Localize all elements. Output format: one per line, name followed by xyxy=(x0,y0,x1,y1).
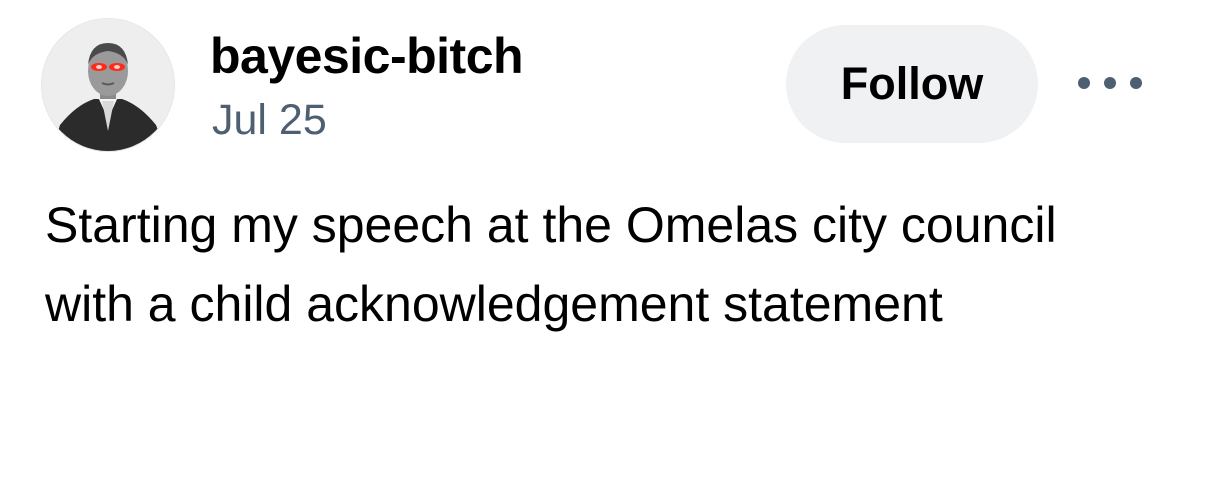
more-dot xyxy=(1130,77,1142,89)
more-dot xyxy=(1104,77,1116,89)
more-dot xyxy=(1078,77,1090,89)
avatar[interactable] xyxy=(42,19,174,151)
post-date[interactable]: Jul 25 xyxy=(212,94,327,146)
follow-button[interactable]: Follow xyxy=(786,25,1038,143)
post-body-text: Starting my speech at the Omelas city co… xyxy=(45,197,1057,332)
post-card: bayesic-bitch Jul 25 Follow Starting my … xyxy=(0,0,1206,478)
avatar-portrait-image xyxy=(42,19,174,151)
more-options-icon[interactable] xyxy=(1078,66,1142,100)
username-link[interactable]: bayesic-bitch xyxy=(210,26,524,86)
